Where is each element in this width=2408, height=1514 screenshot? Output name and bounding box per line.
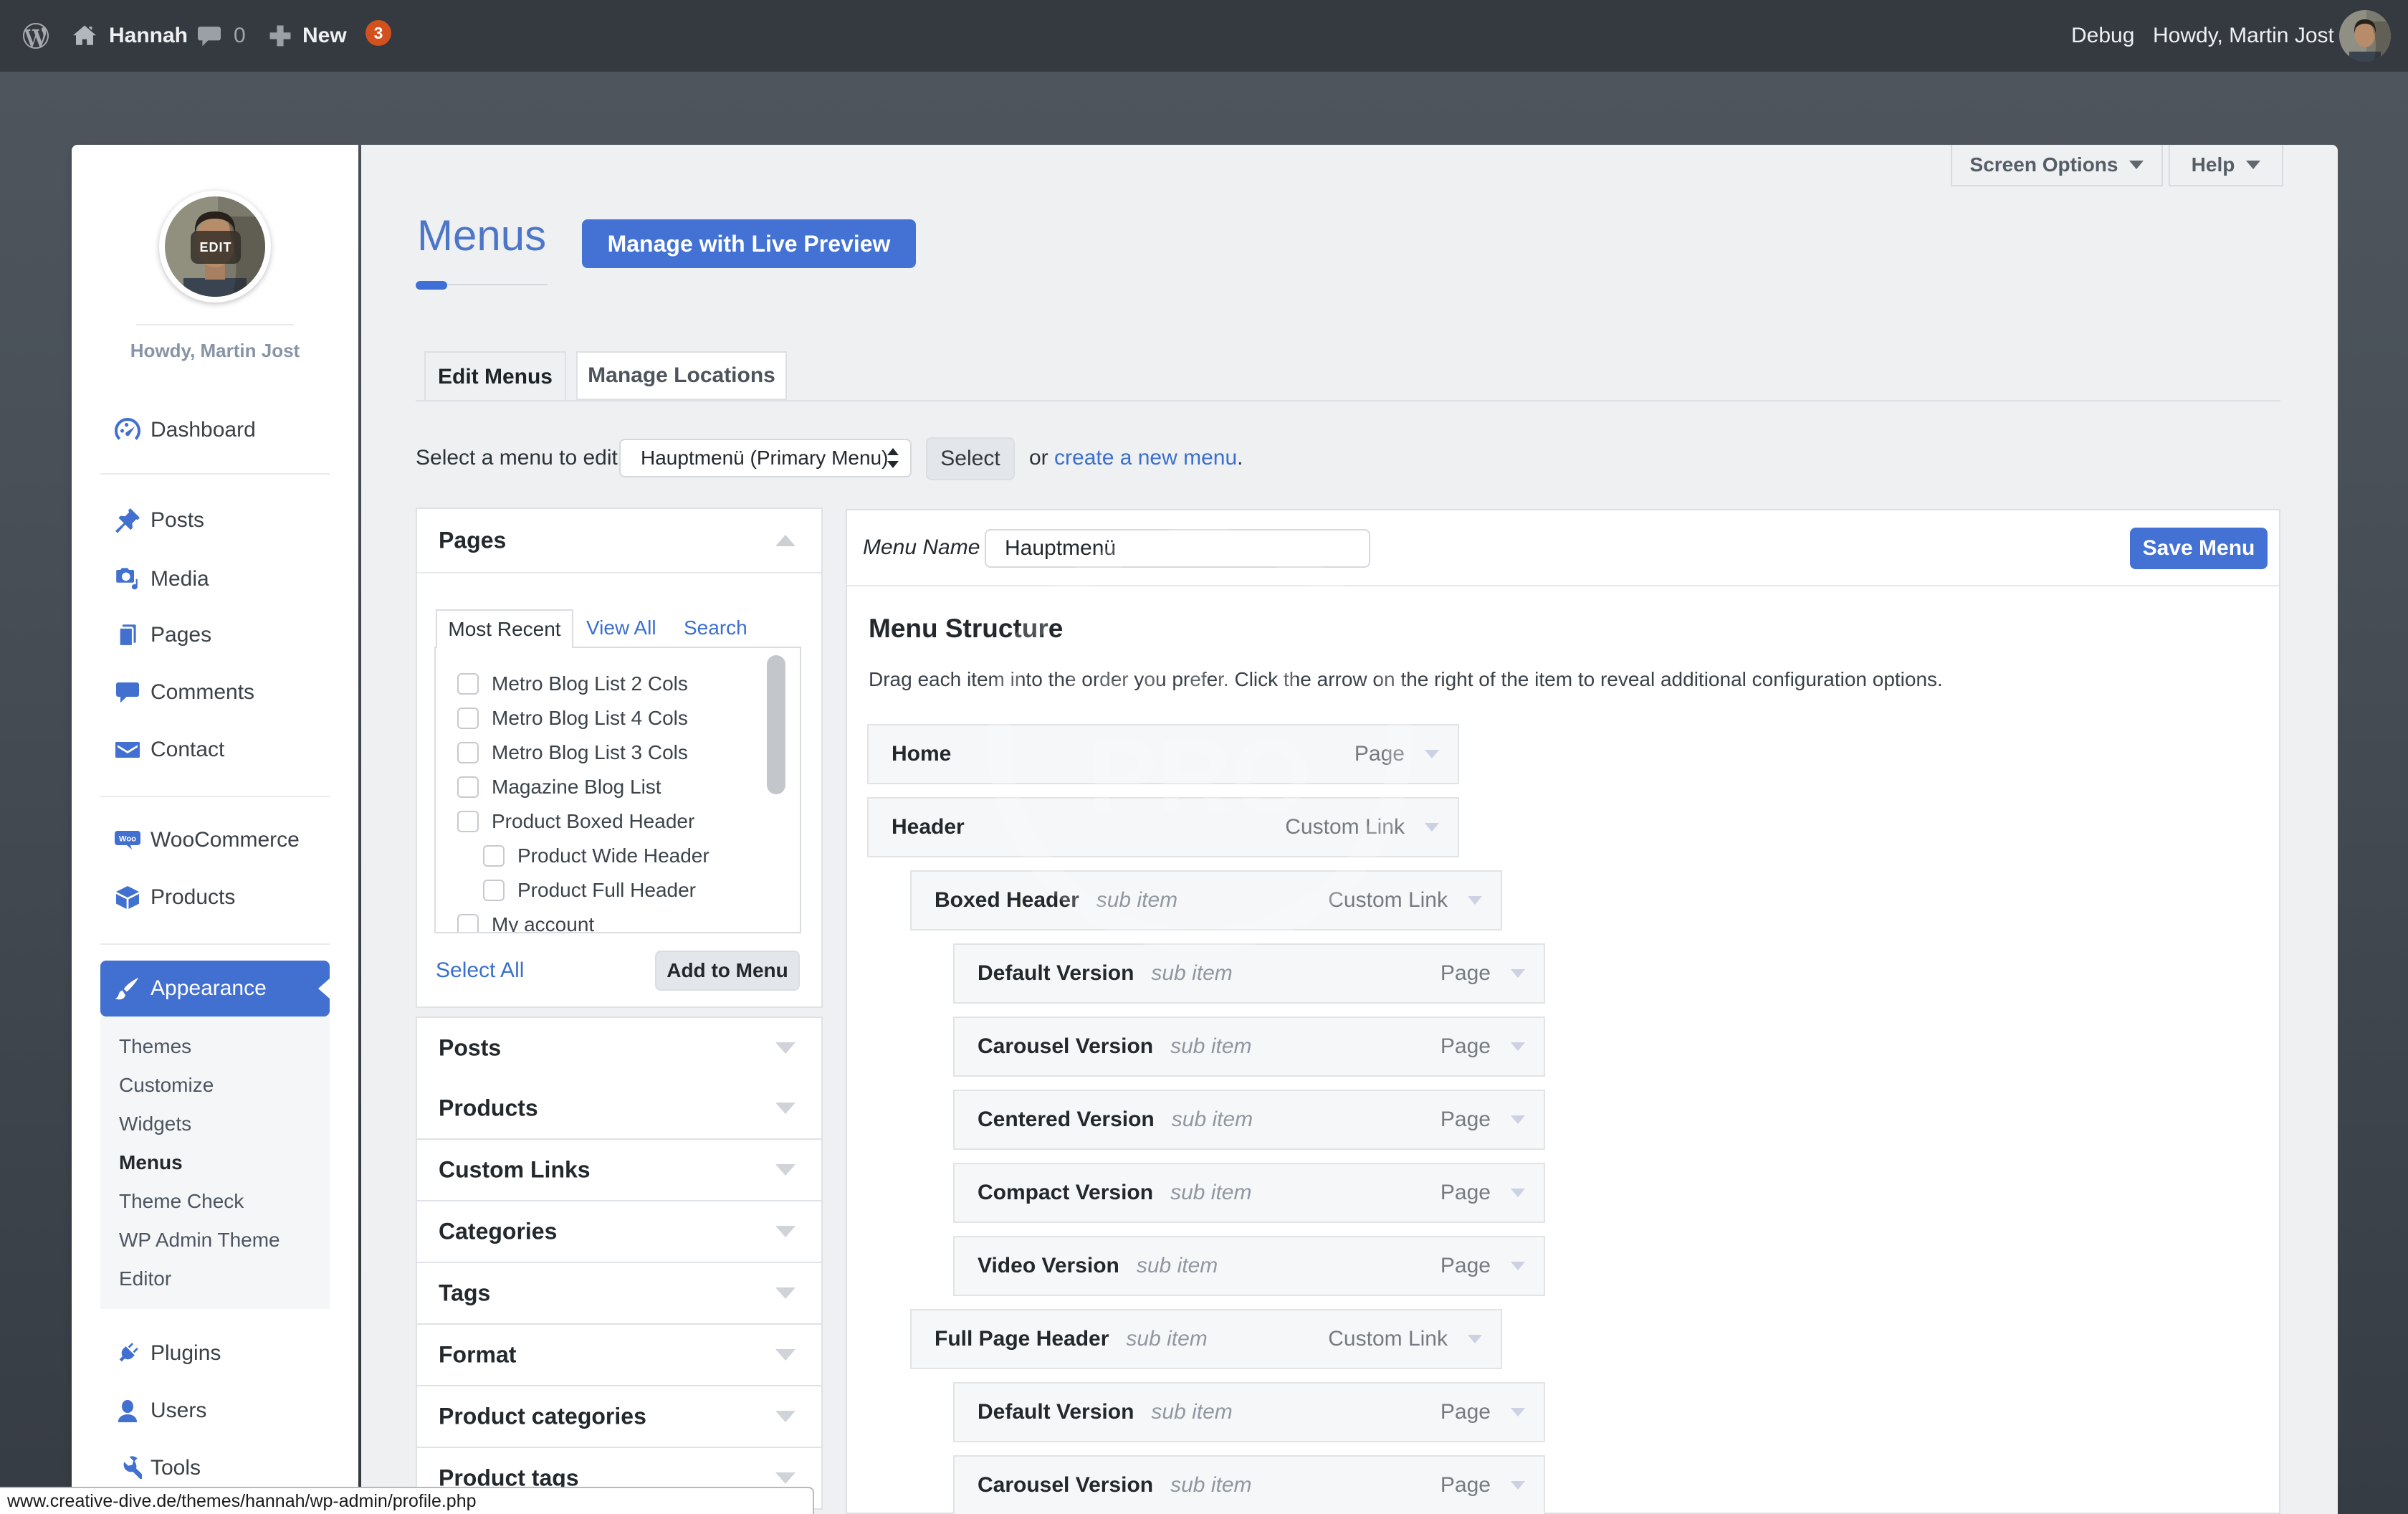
svg-text:Woo: Woo (119, 835, 136, 844)
